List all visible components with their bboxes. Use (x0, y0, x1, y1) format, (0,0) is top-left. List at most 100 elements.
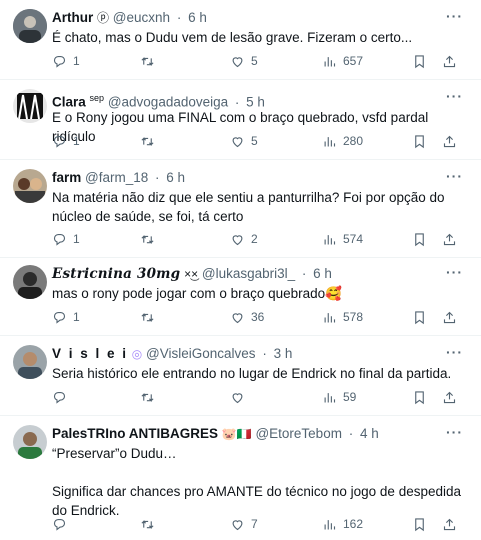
views-count: 162 (343, 517, 364, 531)
like-button[interactable]: 5 (230, 132, 258, 150)
bookmark-icon[interactable] (412, 388, 427, 406)
handle[interactable]: @advogadadoveiga (108, 95, 228, 110)
bookmark-icon[interactable] (412, 132, 427, 150)
action-bar: 59 (52, 388, 469, 406)
display-name[interactable]: Clara (52, 95, 86, 110)
views-button[interactable]: 657 (322, 52, 363, 70)
bookmark-icon[interactable] (412, 230, 427, 248)
bookmark-icon[interactable] (412, 308, 427, 326)
reply-icon (53, 518, 66, 531)
more-icon[interactable]: ··· (446, 263, 463, 281)
timestamp[interactable]: 3 h (274, 346, 293, 361)
avatar[interactable] (13, 169, 47, 203)
bookmark-icon[interactable] (412, 515, 427, 533)
tweet-arthur[interactable]: Arthur ⓟ @eucxnh · 6 h ··· É chato, mas … (0, 0, 481, 80)
more-icon[interactable]: ··· (446, 7, 463, 25)
views-button[interactable]: 578 (322, 308, 363, 326)
reply-button[interactable]: 1 (52, 308, 80, 326)
like-icon (232, 392, 243, 403)
avatar[interactable] (13, 265, 47, 299)
action-bar: 1 36 578 (52, 308, 469, 326)
views-count: 578 (343, 310, 364, 324)
display-name[interactable]: farm (52, 170, 81, 185)
avatar[interactable] (13, 425, 47, 459)
handle[interactable]: @farm_18 (85, 170, 148, 185)
handle[interactable]: @VisleiGoncalves (146, 346, 256, 361)
tweet-clara[interactable]: Clara sep @advogadadoveiga · 5 h ··· E o… (0, 80, 481, 160)
retweet-button[interactable] (140, 52, 161, 70)
tweet-text: “Preservar”o Dudu… Significa dar chances… (52, 446, 462, 518)
like-button[interactable]: 7 (230, 515, 258, 533)
views-icon (324, 56, 336, 66)
display-name[interactable]: Arthur (52, 10, 93, 25)
tweet-text: Seria histórico ele entrando no lugar de… (52, 366, 452, 381)
like-button[interactable]: 5 (230, 52, 258, 70)
reply-button[interactable]: 1 (52, 230, 80, 248)
more-icon[interactable]: ··· (446, 87, 463, 105)
retweet-button[interactable] (140, 230, 161, 248)
timestamp[interactable]: 5 h (246, 95, 265, 110)
share-icon[interactable] (442, 230, 457, 248)
views-button[interactable]: 280 (322, 132, 363, 150)
separator: · (155, 170, 160, 185)
action-bar: 1 2 574 (52, 230, 469, 248)
views-count: 280 (343, 134, 364, 148)
reply-button[interactable] (52, 515, 73, 533)
reply-button[interactable] (52, 388, 73, 406)
share-icon[interactable] (442, 515, 457, 533)
timestamp[interactable]: 4 h (360, 426, 379, 441)
tweet-estricnina[interactable]: 𝑬𝒔𝒕𝒓𝒊𝒄𝒏𝒊𝒏𝒂 30mg ×͜× @lukasgabri3l_ · 6 h… (0, 258, 481, 336)
views-count: 574 (343, 232, 364, 246)
like-button[interactable] (230, 388, 251, 406)
views-button[interactable]: 574 (322, 230, 363, 248)
more-icon[interactable]: ··· (446, 167, 463, 185)
display-name[interactable]: PalesTRIno ANTIBAGRES (52, 426, 218, 441)
retweet-button[interactable] (140, 308, 161, 326)
handle[interactable]: @EtoreTebom (255, 426, 342, 441)
bookmark-icon[interactable] (412, 52, 427, 70)
avatar[interactable] (13, 89, 47, 123)
badge-icon: ⓟ (97, 11, 110, 25)
handle[interactable]: @eucxnh (113, 10, 170, 25)
share-icon[interactable] (442, 388, 457, 406)
reply-button[interactable]: 1 (52, 132, 80, 150)
reply-count: 1 (73, 54, 80, 68)
timestamp[interactable]: 6 h (166, 170, 185, 185)
tweet-palestrino[interactable]: PalesTRIno ANTIBAGRES 🐷🇮🇹 @EtoreTebom · … (0, 416, 481, 540)
retweet-button[interactable] (140, 132, 161, 150)
avatar[interactable] (13, 9, 47, 43)
handle[interactable]: @lukasgabri3l_ (202, 266, 295, 281)
retweet-button[interactable] (140, 515, 161, 533)
retweet-icon (141, 136, 154, 146)
share-icon[interactable] (442, 132, 457, 150)
like-count: 5 (251, 54, 258, 68)
avatar[interactable] (13, 345, 47, 379)
tweet-vislei[interactable]: V i s l e i ◎ @VisleiGoncalves · 3 h ···… (0, 336, 481, 416)
like-button[interactable]: 2 (230, 230, 258, 248)
timestamp[interactable]: 6 h (313, 266, 332, 281)
like-button[interactable]: 36 (230, 308, 264, 326)
reply-button[interactable]: 1 (52, 52, 80, 70)
reply-icon (53, 135, 66, 148)
share-icon[interactable] (442, 52, 457, 70)
like-count: 7 (251, 517, 258, 531)
timestamp[interactable]: 6 h (188, 10, 207, 25)
display-name[interactable]: 𝑬𝒔𝒕𝒓𝒊𝒄𝒏𝒊𝒏𝒂 30mg (52, 266, 180, 282)
views-button[interactable]: 59 (322, 388, 356, 406)
share-icon[interactable] (442, 308, 457, 326)
more-icon[interactable]: ··· (446, 343, 463, 361)
separator: · (262, 346, 267, 361)
separator: · (348, 426, 354, 441)
retweet-icon (141, 234, 154, 244)
views-button[interactable]: 162 (322, 515, 363, 533)
reply-icon (53, 391, 66, 404)
tweet-farm[interactable]: farm @farm_18 · 6 h ··· Na matéria não d… (0, 160, 481, 258)
more-icon[interactable]: ··· (446, 423, 463, 441)
like-icon (232, 234, 243, 245)
views-icon (324, 136, 336, 146)
reply-icon (53, 233, 66, 246)
reply-count: 1 (73, 310, 80, 324)
retweet-button[interactable] (140, 388, 161, 406)
retweet-icon (141, 392, 154, 402)
display-name[interactable]: V i s l e i (52, 346, 128, 361)
